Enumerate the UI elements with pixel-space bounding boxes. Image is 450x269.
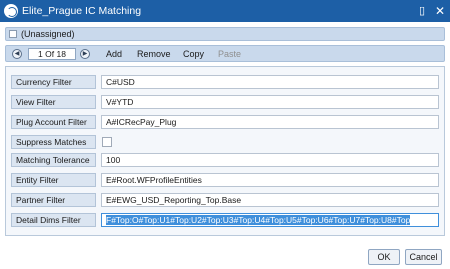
detail-dims-filter-text: F#Top:O#Top:U1#Top:U2#Top:U3#Top:U4#Top:… <box>106 215 411 225</box>
properties-panel <box>5 66 445 236</box>
detail-dims-filter-row: Detail Dims Filter F#Top:O#Top:U1#Top:U2… <box>11 213 439 227</box>
entity-filter-input[interactable]: E#Root.WFProfileEntities <box>101 173 439 187</box>
ok-button[interactable]: OK <box>368 249 400 265</box>
detail-dims-filter-label: Detail Dims Filter <box>11 213 96 227</box>
paste-button: Paste <box>218 49 242 59</box>
partner-filter-row: Partner Filter E#EWG_USD_Reporting_Top.B… <box>11 193 439 207</box>
window-title: Elite_Prague IC Matching <box>22 5 142 17</box>
entity-filter-label: Entity Filter <box>11 173 96 187</box>
matching-tolerance-label: Matching Tolerance <box>11 153 96 167</box>
entity-filter-row: Entity Filter E#Root.WFProfileEntities <box>11 173 439 187</box>
unassigned-label: (Unassigned) <box>21 29 75 39</box>
copy-button[interactable]: Copy <box>183 49 204 60</box>
suppress-matches-row: Suppress Matches <box>11 135 439 149</box>
currency-filter-label: Currency Filter <box>11 75 96 89</box>
matching-tolerance-row: Matching Tolerance 100 <box>11 153 439 167</box>
detail-dims-filter-input[interactable]: F#Top:O#Top:U1#Top:U2#Top:U3#Top:U4#Top:… <box>101 213 439 227</box>
previous-page-icon[interactable]: ◀ <box>12 49 22 59</box>
view-filter-row: View Filter V#YTD <box>11 95 439 109</box>
cancel-button[interactable]: Cancel <box>405 249 442 265</box>
view-filter-label: View Filter <box>11 95 96 109</box>
add-button[interactable]: Add <box>106 49 122 60</box>
unassigned-bar: (Unassigned) <box>5 27 445 41</box>
plug-account-filter-input[interactable]: A#ICRecPay_Plug <box>101 115 439 129</box>
plug-account-filter-row: Plug Account Filter A#ICRecPay_Plug <box>11 115 439 129</box>
toolbar: ◀ 1 Of 18 ▶ Add Remove Copy Paste <box>5 45 445 62</box>
view-filter-input[interactable]: V#YTD <box>101 95 439 109</box>
restore-icon[interactable]: ▯ <box>414 3 430 19</box>
unassigned-checkbox[interactable] <box>9 30 17 38</box>
partner-filter-input[interactable]: E#EWG_USD_Reporting_Top.Base <box>101 193 439 207</box>
partner-filter-label: Partner Filter <box>11 193 96 207</box>
suppress-matches-checkbox[interactable] <box>102 137 112 147</box>
plug-account-filter-label: Plug Account Filter <box>11 115 96 129</box>
remove-button[interactable]: Remove <box>137 49 171 60</box>
suppress-matches-label: Suppress Matches <box>11 135 96 149</box>
currency-filter-input[interactable]: C#USD <box>101 75 439 89</box>
title-bar: Elite_Prague IC Matching ▯ ✕ <box>0 0 450 22</box>
currency-filter-row: Currency Filter C#USD <box>11 75 439 89</box>
close-icon[interactable]: ✕ <box>432 3 448 19</box>
app-logo-icon <box>4 4 18 18</box>
page-indicator: 1 Of 18 <box>28 48 76 60</box>
matching-tolerance-input[interactable]: 100 <box>101 153 439 167</box>
next-page-icon[interactable]: ▶ <box>80 49 90 59</box>
